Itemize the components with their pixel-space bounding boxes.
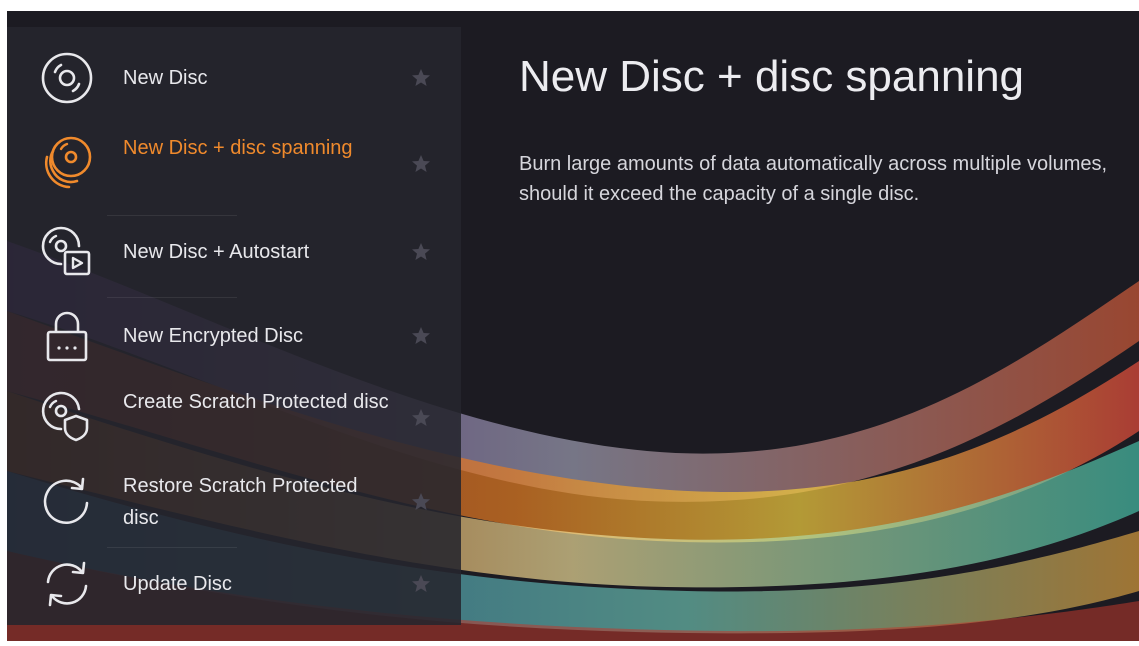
menu-item-label: New Encrypted Disc [123,325,304,347]
disc-icon [41,52,93,104]
disc-stack-icon [44,136,92,189]
menu-item-create-scratch-protected[interactable]: Create Scratch Protected disc [7,377,461,459]
favorite-star-icon[interactable] [411,242,431,262]
lock-icon [46,311,88,362]
disc-shield-icon [41,391,89,442]
app-window: New Disc New Disc + disc spanning New Di… [7,11,1139,641]
burn-options-menu: New Disc New Disc + disc spanning New Di… [7,27,461,625]
favorite-star-icon[interactable] [411,574,431,594]
menu-item-new-encrypted-disc[interactable]: New Encrypted Disc [7,305,461,367]
menu-item-label: Restore Scratch Protected disc [123,475,358,529]
menu-item-restore-scratch-protected[interactable]: Restore Scratch Protected disc [7,461,461,543]
refresh-icon [46,561,88,607]
restore-icon [43,477,89,524]
menu-separator [107,547,237,548]
disc-autostart-icon [41,226,91,276]
menu-item-label: New Disc + disc spanning [123,137,353,159]
menu-item-label: New Disc [123,67,208,89]
menu-item-label: Create Scratch Protected disc [123,391,389,413]
favorite-star-icon[interactable] [411,154,431,174]
menu-separator [107,297,237,298]
favorite-star-icon[interactable] [411,68,431,88]
favorite-star-icon[interactable] [411,492,431,512]
menu-item-label: Update Disc [123,573,232,595]
menu-item-label: New Disc + Autostart [123,241,310,263]
detail-title: New Disc + disc spanning [519,52,1025,101]
menu-item-new-disc[interactable]: New Disc [7,47,461,109]
menu-separator [107,215,237,216]
favorite-star-icon[interactable] [411,326,431,346]
menu-item-new-disc-spanning[interactable]: New Disc + disc spanning [7,123,461,205]
favorite-star-icon[interactable] [411,408,431,428]
menu-item-update-disc[interactable]: Update Disc [7,553,461,615]
detail-description: Burn large amounts of data automatically… [519,153,1108,205]
menu-item-new-disc-autostart[interactable]: New Disc + Autostart [7,221,461,283]
